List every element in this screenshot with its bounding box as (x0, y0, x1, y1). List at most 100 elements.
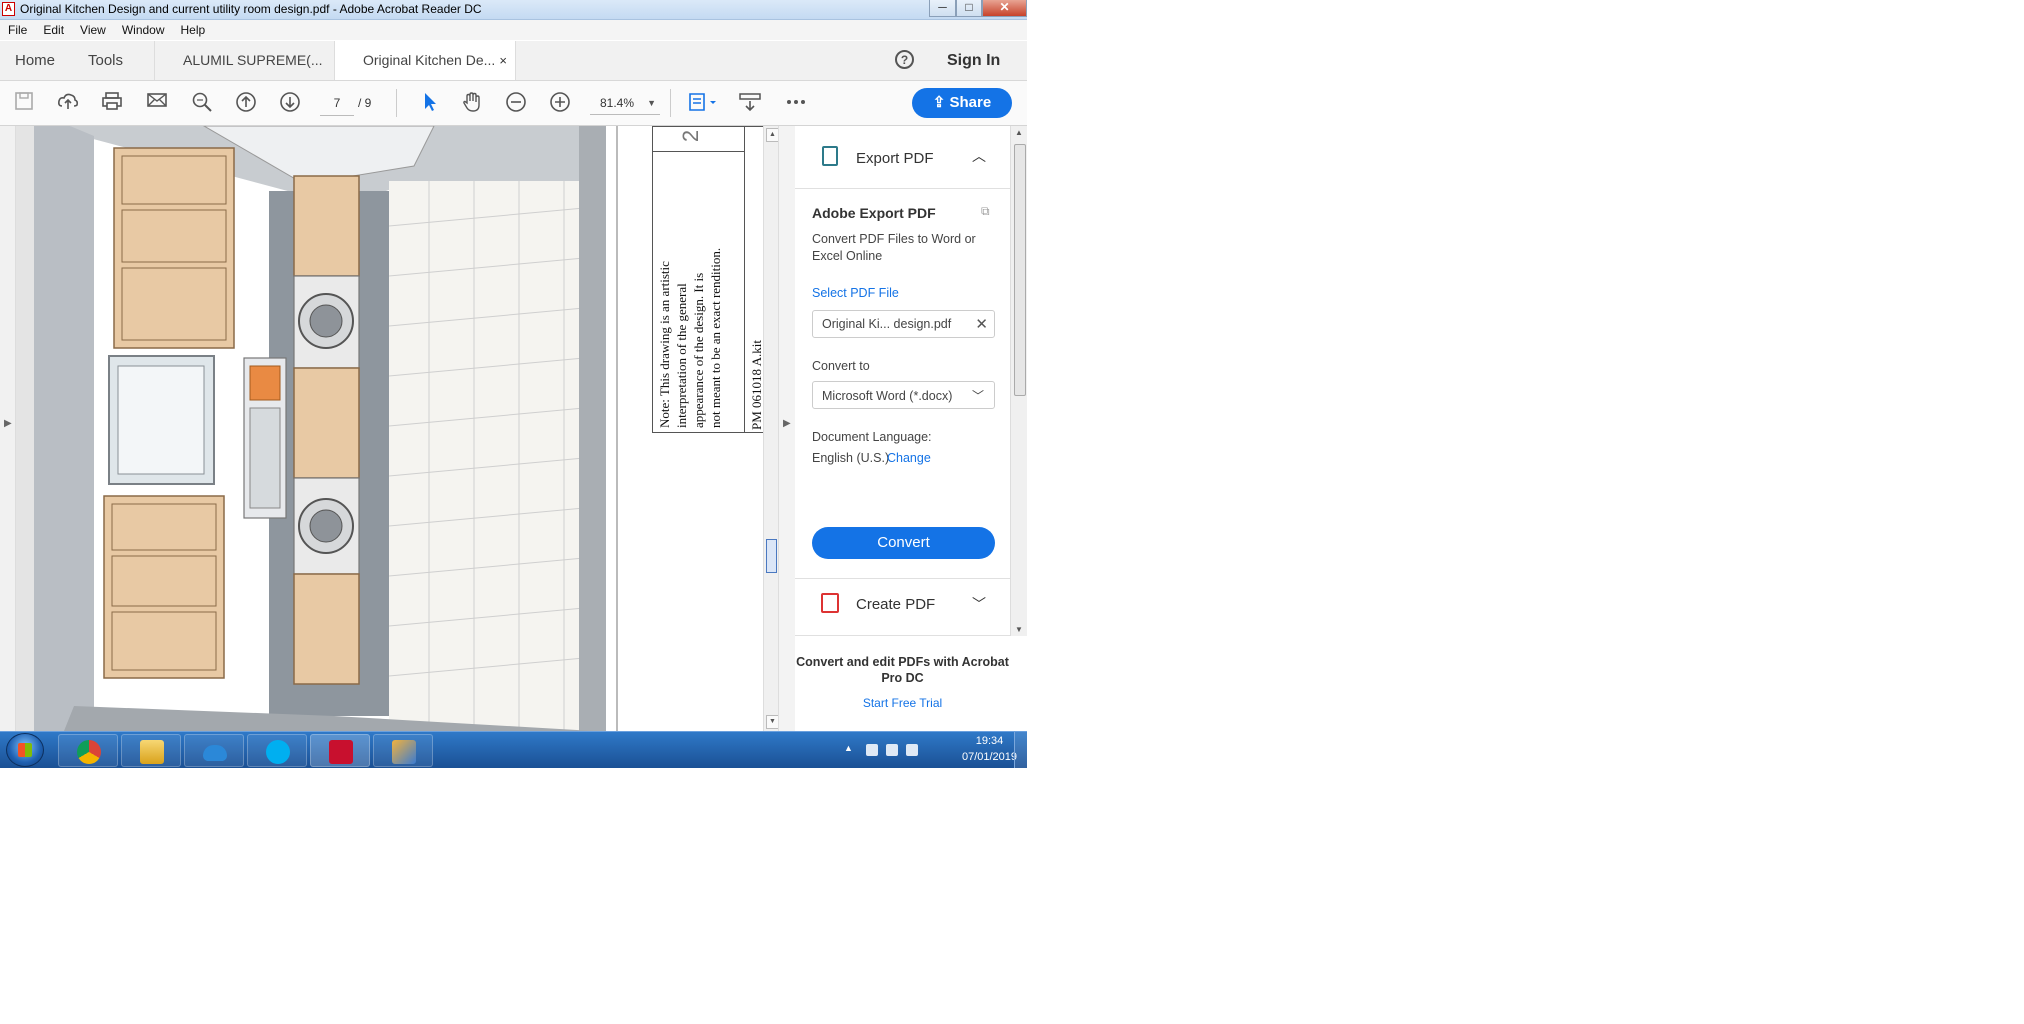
document-scrollbar[interactable]: ▲ ▼ (763, 126, 779, 731)
copy-icon[interactable]: ⧉ (981, 204, 995, 218)
toolbar: 7 / 9 81.4% ▼ ⇪ Share (0, 81, 1027, 126)
taskbar-paint[interactable] (373, 734, 433, 767)
close-tab-icon[interactable]: × (499, 41, 507, 80)
scroll-up-arrow[interactable]: ▲ (1015, 128, 1023, 137)
zoom-in-icon[interactable] (548, 91, 572, 115)
skype-icon (266, 740, 290, 764)
create-pdf-title: Create PDF (856, 596, 936, 613)
minimize-button[interactable]: ─ (929, 0, 956, 17)
zoom-level-select[interactable]: 81.4% ▼ (590, 91, 660, 115)
help-icon[interactable]: ? (895, 50, 914, 69)
menu-help[interactable]: Help (173, 20, 214, 40)
chevron-right-icon: ▶ (783, 418, 791, 429)
menu-edit[interactable]: Edit (35, 20, 72, 40)
tab-label: Original Kitchen De... (363, 52, 496, 68)
show-desktop-button[interactable] (1014, 732, 1027, 768)
window-title: Original Kitchen Design and current util… (20, 2, 482, 16)
action-center-icon[interactable] (866, 744, 878, 756)
pdf-page: 2 Note: This drawing is an artistic inte… (34, 126, 763, 731)
close-button[interactable]: ✕ (982, 0, 1027, 17)
scroll-thumb[interactable] (766, 539, 777, 573)
page-number-input[interactable]: 7 (320, 91, 354, 116)
taskbar-file-explorer[interactable] (121, 734, 181, 767)
save-icon[interactable] (12, 91, 36, 115)
note-line: interpretation of the general (674, 283, 689, 428)
network-icon[interactable] (906, 744, 918, 756)
scroll-down-arrow[interactable]: ▼ (1015, 625, 1023, 634)
tab-bar: Home Tools ALUMIL SUPREME(... Original K… (0, 41, 1027, 81)
create-pdf-section[interactable]: Create PDF ﹀ (795, 578, 1010, 636)
note-line: Note: This drawing is an artistic (657, 261, 672, 428)
document-language-value: English (U.S.) (812, 451, 890, 465)
scroll-mode-icon[interactable] (738, 91, 762, 115)
tab-document-alumil[interactable]: ALUMIL SUPREME(... (154, 41, 334, 80)
promo-text: Convert and edit PDFs with Acrobat Pro D… (796, 655, 1009, 685)
export-pdf-header[interactable]: Export PDF ︿ (795, 126, 1010, 189)
paint-icon (392, 740, 416, 764)
show-hidden-icons-icon[interactable]: ▲ (844, 743, 853, 753)
chevron-right-icon: ▶ (4, 418, 12, 429)
share-button[interactable]: ⇪ Share (912, 88, 1012, 118)
menu-bar: File Edit View Window Help (0, 20, 1027, 40)
share-icon: ⇪ (932, 94, 950, 111)
battery-icon[interactable] (886, 744, 898, 756)
fit-page-icon[interactable] (686, 91, 720, 115)
chevron-down-icon[interactable]: ﹀ (972, 594, 986, 614)
page-down-icon[interactable] (278, 91, 302, 115)
select-pdf-file-link[interactable]: Select PDF File (812, 286, 899, 300)
clear-file-icon[interactable]: ✕ (975, 315, 988, 333)
menu-view[interactable]: View (72, 20, 114, 40)
chevron-down-icon: ﹀ (971, 389, 984, 403)
taskbar-skype[interactable] (247, 734, 307, 767)
title-bar: A Original Kitchen Design and current ut… (0, 0, 1027, 20)
selected-file-field[interactable]: Original Ki... design.pdf ✕ (812, 310, 995, 338)
zoom-value: 81.4% (600, 96, 635, 110)
chevron-up-icon[interactable]: ︿ (972, 146, 986, 166)
drawing-code: PM 061018 A.kit (749, 340, 763, 430)
taskbar-acrobat-reader[interactable] (310, 734, 370, 767)
start-free-trial-link[interactable]: Start Free Trial (795, 696, 1010, 710)
tab-document-kitchen[interactable]: Original Kitchen De... × (334, 41, 516, 80)
left-navigation-pane-toggle[interactable]: ▶ (0, 126, 16, 731)
change-language-link[interactable]: Change (887, 451, 931, 465)
note-divider-horizontal (653, 151, 744, 152)
acrobat-icon (329, 740, 353, 764)
tab-label: ALUMIL SUPREME(... (183, 52, 323, 68)
upload-icon[interactable] (56, 91, 80, 115)
maximize-button[interactable]: □ (956, 0, 982, 17)
note-line: appearance of the design. It is (691, 272, 706, 428)
export-heading: Adobe Export PDF (812, 205, 936, 221)
zoom-search-icon[interactable] (190, 91, 214, 115)
print-icon[interactable] (100, 91, 124, 115)
menu-file[interactable]: File (0, 20, 35, 40)
select-cursor-icon[interactable] (418, 91, 442, 115)
format-value: Microsoft Word (*.docx) (822, 389, 953, 403)
scroll-thumb[interactable] (1014, 144, 1026, 396)
taskbar-chrome[interactable] (58, 734, 118, 767)
acrobat-app-icon[interactable]: A (2, 2, 15, 16)
folder-icon (140, 740, 164, 764)
taskbar: ▲ 19:34 07/01/2019 (0, 731, 1027, 768)
sign-in-button[interactable]: Sign In (947, 41, 1000, 80)
toolbar-divider (396, 89, 397, 117)
chevron-down-icon: ▼ (647, 98, 656, 108)
pane-scrollbar[interactable]: ▲ ▼ (1010, 126, 1027, 636)
tab-tools[interactable]: Tools (88, 41, 123, 80)
zoom-out-icon[interactable] (504, 91, 528, 115)
more-icon[interactable] (784, 91, 808, 115)
convert-button[interactable]: Convert (812, 527, 995, 559)
tab-home[interactable]: Home (15, 41, 55, 80)
taskbar-onedrive[interactable] (184, 734, 244, 767)
start-button[interactable] (6, 733, 44, 767)
right-pane-toggle[interactable]: ▶ (778, 126, 795, 731)
note-line: not meant to be an exact rendition. (708, 247, 723, 428)
create-pdf-icon (821, 593, 839, 613)
hand-tool-icon[interactable] (460, 91, 484, 115)
menu-window[interactable]: Window (114, 20, 173, 40)
export-pdf-title: Export PDF (856, 150, 934, 167)
email-icon[interactable] (145, 91, 169, 115)
share-label: Share (949, 94, 992, 111)
format-select[interactable]: Microsoft Word (*.docx) ﹀ (812, 381, 995, 409)
document-viewport[interactable]: 2 Note: This drawing is an artistic inte… (16, 126, 763, 731)
page-up-icon[interactable] (234, 91, 258, 115)
